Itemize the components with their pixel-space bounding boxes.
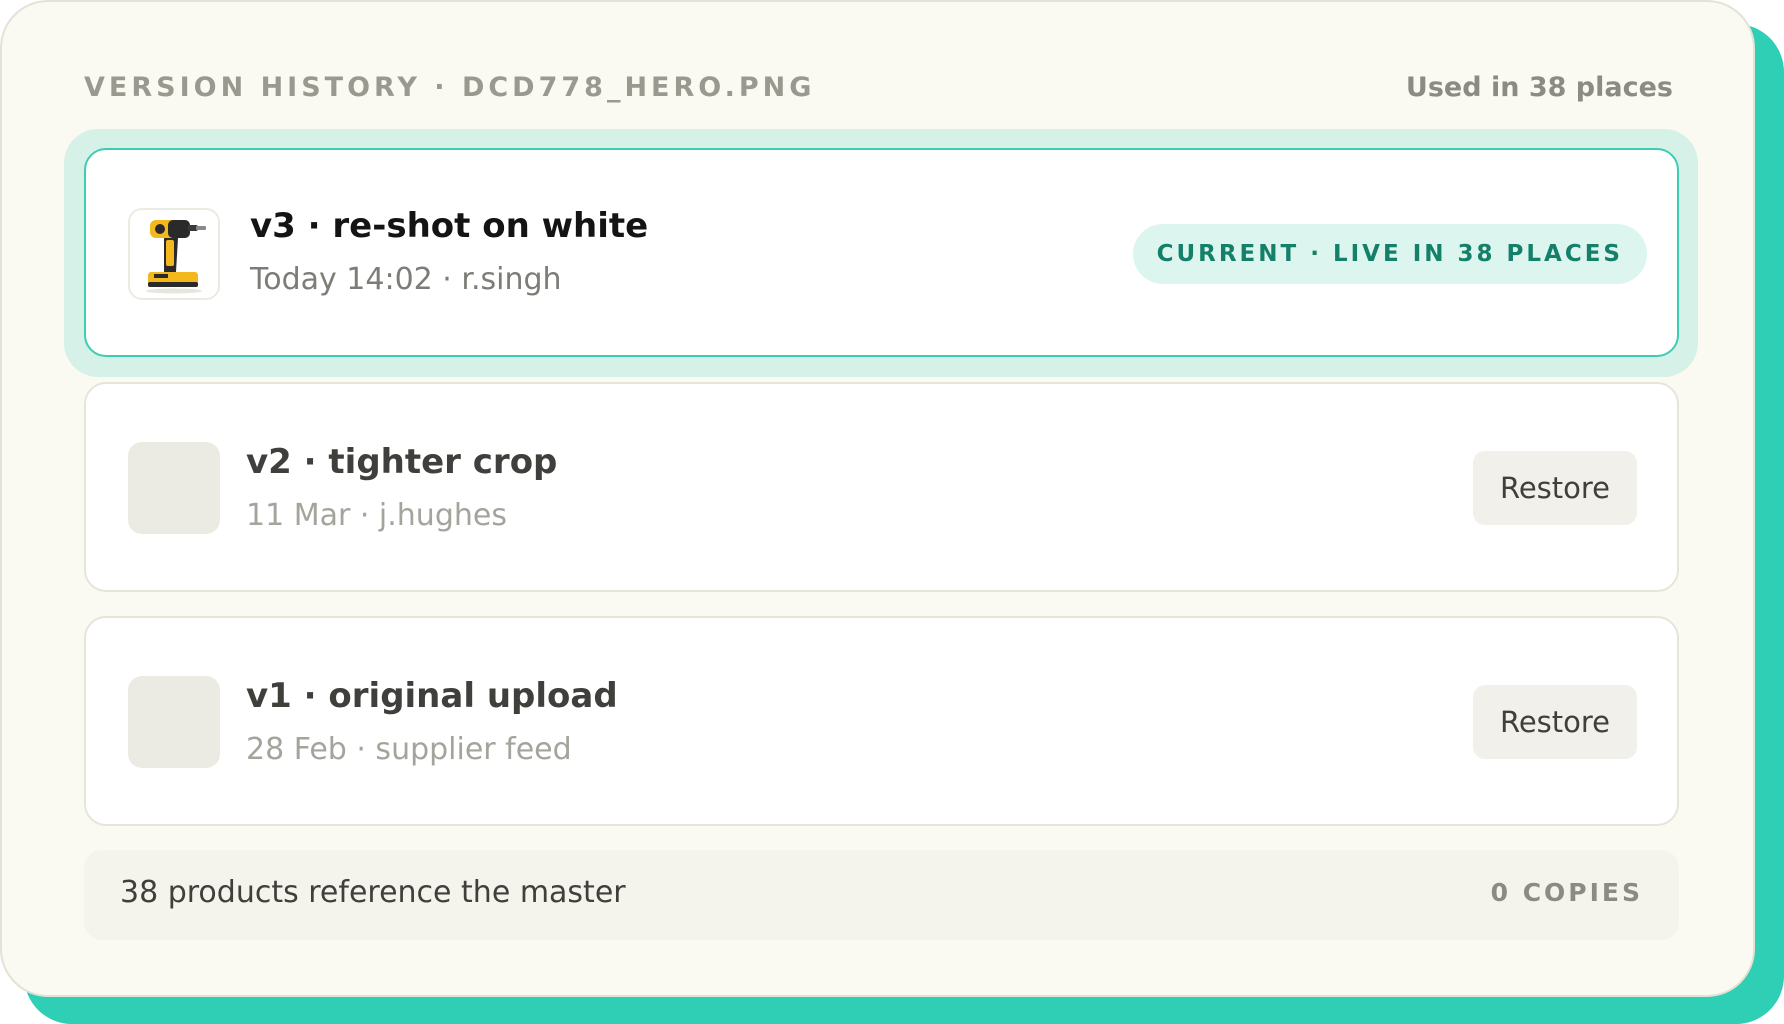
version-history-card: VERSION HISTORY · DCD778_HERO.PNG Used i… bbox=[0, 0, 1755, 997]
version-title: v3 · re-shot on white bbox=[250, 206, 649, 246]
version-meta: 28 Feb · supplier feed bbox=[246, 732, 572, 767]
copies-count: 0 COPIES bbox=[1490, 878, 1643, 907]
current-live-badge: CURRENT · LIVE IN 38 PLACES bbox=[1132, 224, 1647, 284]
restore-button-v2[interactable]: Restore bbox=[1473, 451, 1637, 525]
version-row-v3[interactable]: v3 · re-shot on white Today 14:02 · r.si… bbox=[84, 148, 1679, 357]
reference-summary-text: 38 products reference the master bbox=[120, 875, 626, 910]
version-meta: 11 Mar · j.hughes bbox=[246, 498, 507, 533]
usage-count: Used in 38 places bbox=[1405, 72, 1673, 103]
reference-summary-bar: 38 products reference the master 0 COPIE… bbox=[84, 850, 1679, 940]
panel-title: VERSION HISTORY · DCD778_HERO.PNG bbox=[84, 72, 816, 103]
version-thumbnail-placeholder bbox=[128, 676, 220, 768]
version-thumbnail-v3 bbox=[128, 208, 220, 300]
restore-button-v1[interactable]: Restore bbox=[1473, 685, 1637, 759]
version-row-v1[interactable]: v1 · original upload 28 Feb · supplier f… bbox=[84, 616, 1679, 826]
version-thumbnail-placeholder bbox=[128, 442, 220, 534]
drill-icon bbox=[146, 220, 206, 294]
version-meta: Today 14:02 · r.singh bbox=[250, 262, 562, 297]
version-row-v2[interactable]: v2 · tighter crop 11 Mar · j.hughes Rest… bbox=[84, 382, 1679, 592]
version-title: v2 · tighter crop bbox=[246, 442, 558, 482]
version-title: v1 · original upload bbox=[246, 676, 618, 716]
